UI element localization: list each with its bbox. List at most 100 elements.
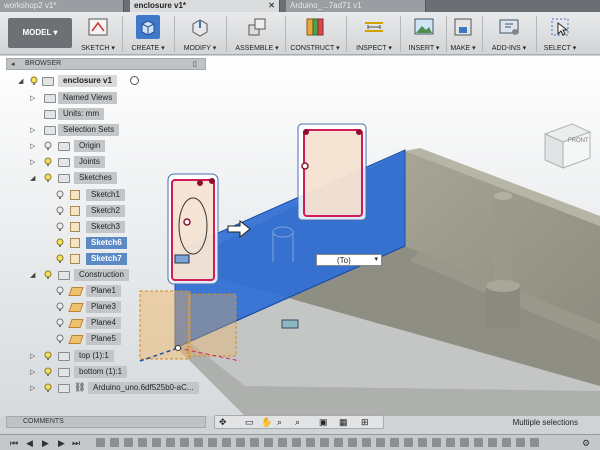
visibility-bulb-icon[interactable]: [44, 141, 52, 151]
visibility-bulb-icon[interactable]: [44, 157, 52, 167]
expand-triangle-icon[interactable]: ▷: [30, 142, 35, 150]
timeline-feature[interactable]: [292, 438, 301, 447]
visibility-bulb-icon[interactable]: [56, 318, 64, 328]
timeline-feature[interactable]: [208, 438, 217, 447]
visibility-bulb-icon[interactable]: [56, 286, 64, 296]
timeline-feature[interactable]: [250, 438, 259, 447]
go-to-start-icon[interactable]: ⏮: [10, 438, 18, 449]
timeline-feature[interactable]: [222, 438, 231, 447]
timeline-feature[interactable]: [516, 438, 525, 447]
visibility-bulb-icon[interactable]: [56, 190, 64, 200]
tree-root-enclosure[interactable]: ◢ enclosure v1: [18, 75, 198, 88]
step-back-icon[interactable]: ◀: [26, 438, 33, 449]
fit-icon[interactable]: ⌕: [295, 417, 300, 428]
visibility-bulb-icon[interactable]: [44, 351, 52, 361]
activate-radio[interactable]: [130, 76, 139, 85]
expand-triangle-icon[interactable]: ▷: [30, 158, 35, 166]
timeline-feature[interactable]: [138, 438, 147, 447]
expand-triangle-icon[interactable]: ▷: [30, 368, 35, 376]
sketch-menu[interactable]: SKETCH ▾: [80, 14, 116, 54]
visibility-bulb-icon[interactable]: [56, 206, 64, 216]
go-to-end-icon[interactable]: ⏭: [72, 438, 80, 449]
timeline-feature[interactable]: [432, 438, 441, 447]
create-menu[interactable]: CREATE ▾: [130, 14, 166, 54]
timeline-feature[interactable]: [180, 438, 189, 447]
close-icon[interactable]: ✕: [268, 0, 275, 12]
timeline-feature[interactable]: [362, 438, 371, 447]
timeline-feature[interactable]: [460, 438, 469, 447]
tree-item-bottom[interactable]: ▷ bottom (1):1: [30, 366, 200, 379]
timeline-feature[interactable]: [110, 438, 119, 447]
expand-triangle-icon[interactable]: ▷: [30, 352, 35, 360]
visibility-bulb-icon[interactable]: [44, 270, 52, 280]
collapse-triangle-icon[interactable]: ◢: [30, 271, 35, 279]
tree-item-origin[interactable]: ▷ Origin: [30, 140, 200, 153]
timeline-feature[interactable]: [334, 438, 343, 447]
timeline-feature[interactable]: [474, 438, 483, 447]
grid-icon[interactable]: ⊞: [361, 417, 369, 428]
workspace-switcher-button[interactable]: MODEL ▾: [8, 18, 72, 48]
pan-hand-icon[interactable]: ✋: [261, 417, 272, 428]
timeline-feature[interactable]: [404, 438, 413, 447]
timeline-feature[interactable]: [320, 438, 329, 447]
dimension-marker[interactable]: [281, 319, 299, 329]
comments-panel-header[interactable]: COMMENTS: [6, 416, 206, 428]
timeline-feature[interactable]: [236, 438, 245, 447]
visibility-bulb-icon[interactable]: [56, 254, 64, 264]
display-mode-icon[interactable]: ▣: [319, 417, 328, 428]
visibility-bulb-icon[interactable]: [56, 222, 64, 232]
tree-item-sketch3[interactable]: Sketch3: [56, 221, 206, 234]
tab-workshop2[interactable]: workshop2 v1*: [0, 0, 124, 12]
tree-item-arduino[interactable]: ▷ ⛓ Arduino_uno.6df525b0-aC...: [30, 382, 208, 395]
timeline-feature[interactable]: [278, 438, 287, 447]
assemble-menu[interactable]: ASSEMBLE ▾: [232, 14, 282, 54]
timeline-feature[interactable]: [502, 438, 511, 447]
zoom-icon[interactable]: ⌕: [277, 417, 282, 428]
expand-triangle-icon[interactable]: ▷: [30, 384, 35, 392]
tree-item-selection-sets[interactable]: ▷ Selection Sets: [30, 124, 200, 137]
select-menu[interactable]: SELECT ▾: [540, 14, 580, 54]
collapse-toggle[interactable]: ◂: [11, 60, 15, 68]
timeline-feature[interactable]: [166, 438, 175, 447]
tree-item-sketch7[interactable]: Sketch7: [56, 253, 206, 266]
tree-item-sketch6[interactable]: Sketch6: [56, 237, 206, 250]
browser-panel-header[interactable]: ◂ BROWSER ▯: [6, 58, 206, 70]
step-forward-icon[interactable]: ▶: [58, 438, 65, 449]
visibility-bulb-icon[interactable]: [56, 302, 64, 312]
collapse-triangle-icon[interactable]: ◢: [30, 174, 35, 182]
look-at-icon[interactable]: ▭: [245, 417, 254, 428]
tree-item-sketch2[interactable]: Sketch2: [56, 205, 206, 218]
expand-triangle-icon[interactable]: ▷: [30, 94, 35, 102]
tab-arduino[interactable]: Arduino_...7ad71 v1: [286, 0, 426, 12]
timeline-feature[interactable]: [446, 438, 455, 447]
tree-item-plane3[interactable]: Plane3: [56, 301, 206, 314]
timeline-feature[interactable]: [376, 438, 385, 447]
sketch-profile[interactable]: [297, 123, 367, 221]
construct-menu[interactable]: CONSTRUCT ▾: [289, 14, 341, 54]
visibility-bulb-icon[interactable]: [44, 383, 52, 393]
tab-enclosure[interactable]: enclosure v1* ✕: [130, 0, 280, 12]
timeline-feature[interactable]: [96, 438, 105, 447]
timeline-feature[interactable]: [264, 438, 273, 447]
timeline-feature[interactable]: [488, 438, 497, 447]
timeline-feature[interactable]: [194, 438, 203, 447]
timeline-feature[interactable]: [390, 438, 399, 447]
tree-item-plane1[interactable]: Plane1: [56, 285, 206, 298]
timeline-feature[interactable]: [418, 438, 427, 447]
expand-triangle-icon[interactable]: ▷: [30, 126, 35, 134]
extent-dropdown[interactable]: (To) ▾: [316, 254, 382, 266]
tree-item-plane4[interactable]: Plane4: [56, 317, 206, 330]
tree-item-joints[interactable]: ▷ Joints: [30, 156, 200, 169]
insert-menu[interactable]: INSERT ▾: [404, 14, 444, 54]
timeline-feature[interactable]: [124, 438, 133, 447]
timeline-feature[interactable]: [152, 438, 161, 447]
orbit-icon[interactable]: ✥: [219, 417, 227, 428]
play-icon[interactable]: ▶: [42, 438, 49, 449]
add-ins-menu[interactable]: ADD-INS ▾: [486, 14, 532, 54]
pin-icon[interactable]: ▯: [193, 60, 197, 68]
visibility-bulb-icon[interactable]: [56, 238, 64, 248]
tree-item-sketches[interactable]: ◢ Sketches: [30, 172, 200, 185]
tree-item-plane5[interactable]: Plane5: [56, 333, 206, 346]
tree-item-top[interactable]: ▷ top (1):1: [30, 350, 200, 363]
tree-item-construction[interactable]: ◢ Construction: [30, 269, 200, 282]
